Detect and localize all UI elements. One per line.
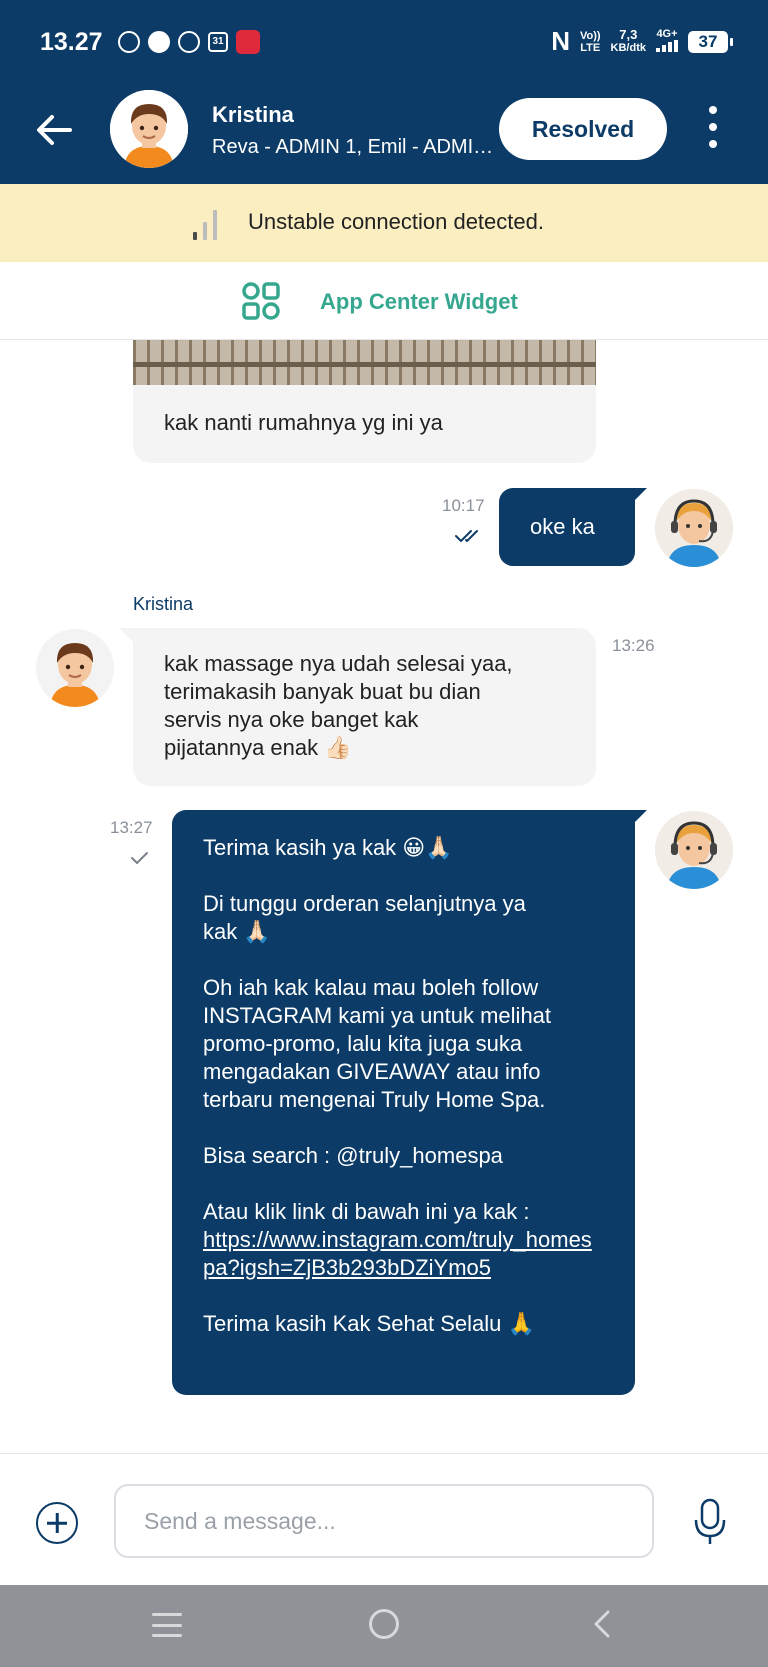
outgoing-message[interactable]: oke ka (499, 488, 635, 566)
message-time: 13:27 (110, 818, 153, 837)
message-text: Terima kasih ya kak 😀🙏🏻 Di tunggu ordera… (203, 835, 552, 1224)
signal-bars-icon (656, 40, 678, 52)
double-check-icon (455, 530, 478, 543)
banner-text: Unstable connection detected. (248, 209, 544, 234)
sender-name: Kristina (133, 594, 194, 614)
app-center-label: App Center Widget (320, 289, 518, 314)
message-text: oke ka (530, 514, 595, 539)
single-check-icon (131, 852, 148, 865)
outgoing-message[interactable]: Terima kasih ya kak 😀🙏🏻 Di tunggu ordera… (172, 810, 635, 1395)
incoming-message[interactable]: kak nanti rumahnya yg ini ya (133, 385, 596, 463)
chat-header: Kristina Reva - ADMIN 1, Emil - ADMIN 2 … (0, 88, 768, 184)
signal-weak-icon (193, 206, 217, 240)
message-text: kak massage nya udah selesai yaa, terima… (164, 651, 513, 760)
bubble-tail (633, 810, 647, 824)
app-center-widget[interactable]: App Center Widget (0, 262, 768, 340)
contact-avatar-message[interactable] (36, 629, 114, 707)
message-text: kak nanti rumahnya yg ini ya (164, 410, 443, 435)
status-right: N Vo)) LTE 7,3 KB/dtk 4G+ 37 (551, 26, 733, 57)
back-arrow-icon[interactable] (34, 110, 74, 150)
status-time: 13.27 (40, 28, 103, 56)
microphone-icon[interactable] (692, 1498, 728, 1546)
instagram-link[interactable]: https://www.instagram.com/truly_homespa?… (203, 1226, 604, 1282)
home-icon[interactable] (369, 1609, 399, 1639)
message-image[interactable] (133, 340, 596, 385)
message-time: 13:26 (612, 636, 655, 655)
bubble-tail (633, 488, 647, 502)
message-composer (0, 1453, 768, 1585)
agent-avatar[interactable] (655, 811, 733, 889)
contact-name: Kristina (212, 102, 294, 127)
recent-apps-icon[interactable] (152, 1613, 182, 1637)
app-badge-icon (236, 30, 260, 54)
incoming-message[interactable]: kak massage nya udah selesai yaa, terima… (133, 628, 596, 786)
agent-avatar[interactable] (655, 489, 733, 567)
participants-list: Reva - ADMIN 1, Emil - ADMIN 2 (212, 136, 494, 158)
status-bar: 13.27 31 N Vo)) LTE 7,3 KB/dtk 4G+ 37 (0, 0, 768, 88)
whatsapp-icon (118, 31, 140, 53)
system-nav-bar (0, 1585, 768, 1667)
message-input[interactable] (114, 1484, 654, 1558)
plus-icon[interactable] (36, 1502, 78, 1544)
nav-back-icon[interactable] (588, 1609, 618, 1639)
app-notification-icon (178, 31, 200, 53)
notification-icons: 31 (118, 30, 260, 54)
kebab-menu-icon[interactable] (700, 106, 726, 148)
nfc-icon: N (551, 26, 570, 56)
resolved-button[interactable]: Resolved (499, 98, 667, 160)
chat-bubble-icon (148, 31, 170, 53)
message-text-closing: Terima kasih Kak Sehat Selalu 🙏 (203, 1311, 535, 1336)
top-bar: 13.27 31 N Vo)) LTE 7,3 KB/dtk 4G+ 37 Kr… (0, 0, 768, 184)
message-time: 10:17 (442, 496, 485, 515)
battery-icon: 37 (688, 30, 733, 53)
contact-avatar[interactable] (110, 90, 188, 168)
connection-banner: Unstable connection detected. (0, 184, 768, 262)
app-grid-icon (242, 282, 280, 320)
network-type: 4G+ (656, 28, 678, 55)
network-speed: 7,3 KB/dtk (610, 27, 646, 54)
volte-indicator: Vo)) LTE (579, 29, 601, 54)
calendar-icon: 31 (208, 32, 228, 52)
bubble-tail (119, 628, 133, 642)
